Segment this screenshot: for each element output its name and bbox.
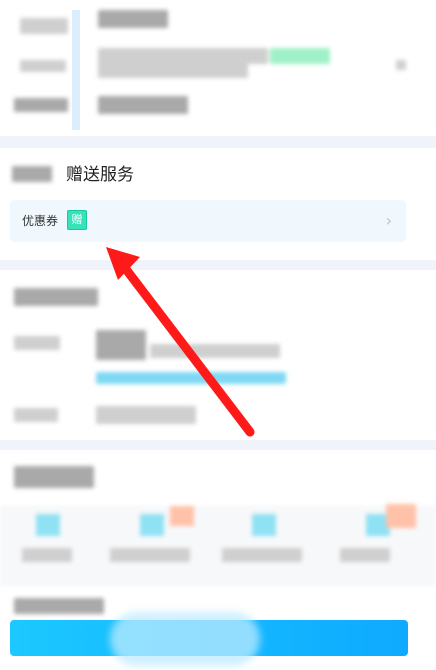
page: { "gift_section": { "title": "赠送服务", "co… [0,0,436,670]
arrow-shaft [117,259,255,437]
red-arrow-annotation [106,247,255,437]
